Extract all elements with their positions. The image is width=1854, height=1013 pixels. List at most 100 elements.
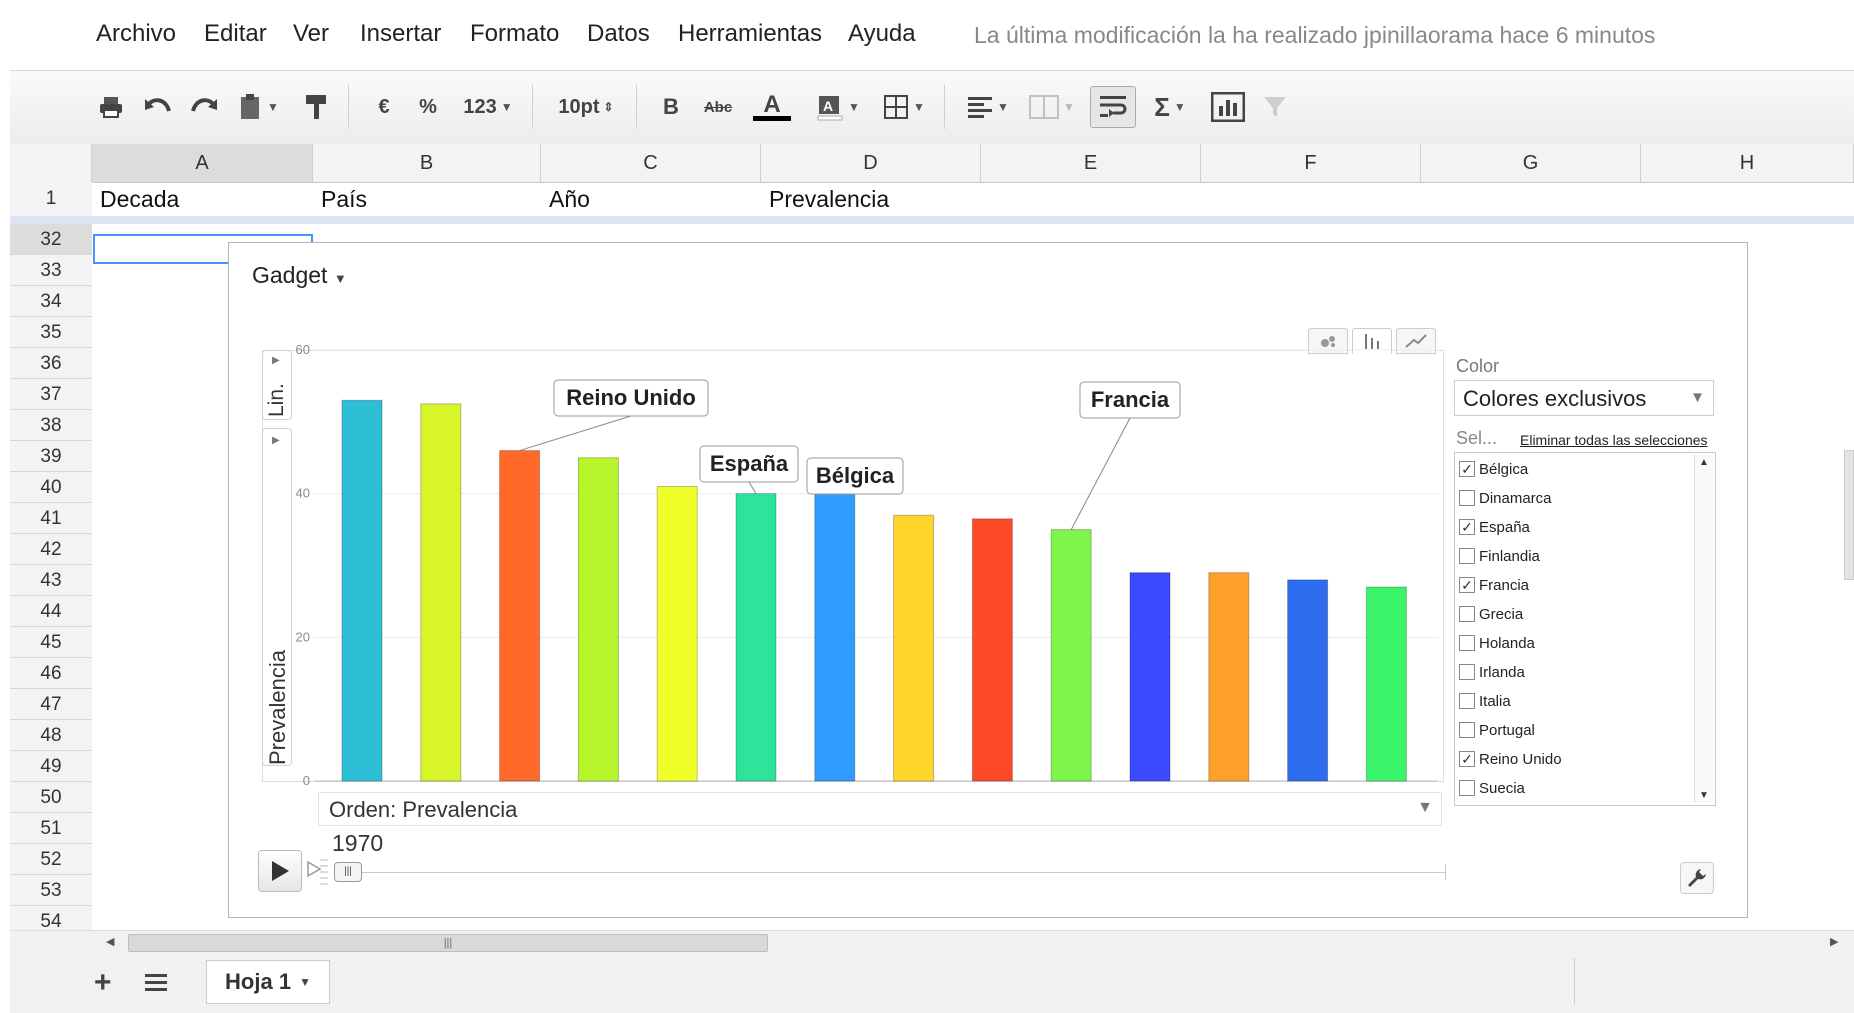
sheet-tab[interactable]: Hoja 1 ▼: [206, 960, 330, 1004]
country-item[interactable]: Portugal: [1459, 718, 1535, 742]
country-item[interactable]: ✓ Francia: [1459, 573, 1529, 597]
row-header[interactable]: 37: [10, 379, 92, 410]
strikethrough-button[interactable]: Abc: [698, 89, 738, 125]
checkbox[interactable]: ✓: [1459, 751, 1475, 767]
row-header[interactable]: 52: [10, 844, 92, 875]
play-button[interactable]: [258, 850, 302, 892]
menu-ver[interactable]: Ver: [293, 20, 329, 48]
row-header[interactable]: 42: [10, 534, 92, 565]
menu-archivo[interactable]: Archivo: [96, 20, 176, 48]
country-item[interactable]: Dinamarca: [1459, 486, 1552, 510]
country-item[interactable]: Irlanda: [1459, 660, 1525, 684]
time-slider-thumb[interactable]: |||: [334, 862, 362, 882]
gadget-menu[interactable]: Gadget ▼: [252, 262, 347, 289]
paint-format-icon[interactable]: [302, 89, 332, 125]
row-header[interactable]: 45: [10, 627, 92, 658]
row-header[interactable]: 43: [10, 565, 92, 596]
column-header-g[interactable]: G: [1421, 144, 1641, 182]
country-item[interactable]: Holanda: [1459, 631, 1535, 655]
list-scrollbar[interactable]: ▲ ▼: [1694, 455, 1713, 803]
paste-icon[interactable]: ▼: [236, 89, 282, 125]
column-header-c[interactable]: C: [541, 144, 761, 182]
row-header[interactable]: 49: [10, 751, 92, 782]
cell-a1[interactable]: Decada: [92, 182, 313, 216]
insert-chart-icon[interactable]: [1208, 89, 1248, 125]
text-color-button[interactable]: A: [744, 89, 800, 125]
row-header[interactable]: 48: [10, 720, 92, 751]
row-header[interactable]: 53: [10, 875, 92, 906]
checkbox[interactable]: ✓: [1459, 461, 1475, 477]
row-header[interactable]: 46: [10, 658, 92, 689]
vertical-scrollbar[interactable]: [1844, 450, 1854, 580]
time-slider-track[interactable]: [338, 872, 1446, 873]
row-header-1[interactable]: 1: [10, 182, 92, 216]
checkbox[interactable]: [1459, 548, 1475, 564]
wrap-text-icon[interactable]: [1090, 86, 1136, 128]
corner-cell[interactable]: [10, 144, 92, 182]
row-header[interactable]: 35: [10, 317, 92, 348]
redo-icon[interactable]: [188, 89, 220, 125]
menu-herramientas[interactable]: Herramientas: [678, 20, 822, 48]
column-header-a[interactable]: A: [92, 144, 313, 182]
checkbox[interactable]: [1459, 722, 1475, 738]
checkbox[interactable]: [1459, 780, 1475, 796]
frozen-rows-divider[interactable]: [10, 216, 1854, 224]
checkbox[interactable]: [1459, 606, 1475, 622]
country-item[interactable]: Suecia: [1459, 776, 1525, 800]
currency-button[interactable]: €: [372, 89, 396, 125]
checkbox[interactable]: [1459, 635, 1475, 651]
horizontal-scrollbar[interactable]: ◀ ||| ▶: [10, 930, 1854, 955]
scroll-left-icon[interactable]: ◀: [106, 935, 114, 948]
row-header[interactable]: 41: [10, 503, 92, 534]
row-header[interactable]: 39: [10, 441, 92, 472]
percent-button[interactable]: %: [416, 89, 440, 125]
row-header[interactable]: 47: [10, 689, 92, 720]
row-header[interactable]: 44: [10, 596, 92, 627]
add-sheet-icon[interactable]: +: [94, 966, 112, 1000]
row-header[interactable]: 40: [10, 472, 92, 503]
cell-d1[interactable]: Prevalencia: [761, 182, 981, 216]
undo-icon[interactable]: [142, 89, 174, 125]
row-header[interactable]: 32: [10, 224, 92, 255]
font-size-select[interactable]: 10pt ⇕: [546, 89, 626, 125]
row-header[interactable]: 36: [10, 348, 92, 379]
align-left-icon[interactable]: ▼: [960, 89, 1016, 125]
column-header-e[interactable]: E: [981, 144, 1201, 182]
row-header[interactable]: 34: [10, 286, 92, 317]
bold-button[interactable]: B: [658, 89, 684, 125]
menu-datos[interactable]: Datos: [587, 20, 650, 48]
row-header[interactable]: 50: [10, 782, 92, 813]
scroll-up-icon[interactable]: ▲: [1699, 457, 1709, 468]
column-header-h[interactable]: H: [1641, 144, 1854, 182]
filter-icon[interactable]: [1260, 89, 1290, 125]
clear-selections-link[interactable]: Eliminar todas las selecciones: [1520, 432, 1716, 448]
sort-select[interactable]: Orden: Prevalencia ▼: [318, 792, 1442, 826]
column-header-f[interactable]: F: [1201, 144, 1421, 182]
country-item[interactable]: ✓ Bélgica: [1459, 457, 1528, 481]
functions-button[interactable]: Σ ▼: [1146, 89, 1194, 125]
checkbox[interactable]: ✓: [1459, 519, 1475, 535]
row-header[interactable]: 38: [10, 410, 92, 441]
merge-cells-icon[interactable]: ▼: [1024, 89, 1080, 125]
column-header-b[interactable]: B: [313, 144, 541, 182]
sheet-list-icon[interactable]: [144, 972, 168, 999]
scroll-right-icon[interactable]: ▶: [1830, 935, 1838, 948]
scrollbar-thumb[interactable]: |||: [128, 934, 768, 952]
row-header[interactable]: 51: [10, 813, 92, 844]
color-select[interactable]: Colores exclusivos ▼: [1454, 380, 1714, 416]
settings-wrench-icon[interactable]: [1680, 862, 1714, 894]
menu-formato[interactable]: Formato: [470, 20, 559, 48]
number-format-button[interactable]: 123 ▼: [458, 89, 518, 125]
print-icon[interactable]: [96, 89, 126, 125]
menu-insertar[interactable]: Insertar: [360, 20, 441, 48]
menu-ayuda[interactable]: Ayuda: [848, 20, 916, 48]
checkbox[interactable]: ✓: [1459, 577, 1475, 593]
scroll-down-icon[interactable]: ▼: [1699, 790, 1709, 801]
fill-color-icon[interactable]: A ▼: [810, 89, 866, 125]
country-item[interactable]: ✓ España: [1459, 515, 1530, 539]
column-header-d[interactable]: D: [761, 144, 981, 182]
last-modified-text[interactable]: La última modificación la ha realizado j…: [974, 22, 1655, 49]
cell-b1[interactable]: País: [313, 182, 541, 216]
checkbox[interactable]: [1459, 664, 1475, 680]
country-item[interactable]: Finlandia: [1459, 544, 1540, 568]
